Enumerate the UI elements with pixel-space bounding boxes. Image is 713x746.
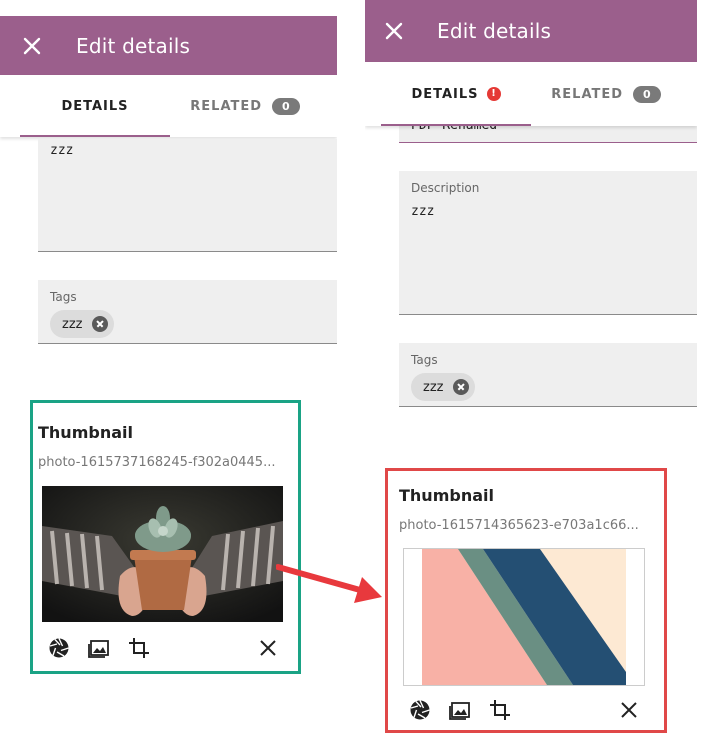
tab-indicator bbox=[381, 124, 531, 126]
tags-field[interactable]: Tags zzz bbox=[399, 343, 697, 407]
tags-label: Tags bbox=[50, 290, 77, 304]
chip-remove-icon[interactable] bbox=[92, 316, 109, 332]
description-value: zzz bbox=[411, 204, 435, 219]
tab-bar: DETAILS RELATED 0 bbox=[0, 75, 337, 137]
related-count-badge: 0 bbox=[633, 85, 661, 103]
tags-field[interactable]: Tags zzz bbox=[38, 280, 337, 344]
tag-chip: zzz bbox=[50, 310, 115, 338]
close-icon[interactable] bbox=[20, 34, 44, 58]
tag-chip-label: zzz bbox=[423, 379, 444, 395]
page-title: Edit details bbox=[437, 19, 552, 43]
tab-indicator bbox=[20, 135, 170, 137]
tab-details-label: DETAILS bbox=[411, 86, 479, 102]
thumbnail-highlight-before bbox=[30, 400, 301, 674]
description-field[interactable]: Description zzz bbox=[399, 171, 697, 315]
arrow-indicator bbox=[276, 564, 382, 603]
description-field[interactable]: zzz bbox=[38, 139, 337, 252]
tab-bar: DETAILS ! RELATED 0 bbox=[365, 62, 697, 126]
tab-details[interactable]: DETAILS ! bbox=[381, 62, 531, 126]
app-bar: Edit details bbox=[365, 0, 697, 62]
related-count-badge: 0 bbox=[272, 97, 300, 115]
tab-related-label: RELATED bbox=[551, 86, 624, 102]
app-bar: Edit details bbox=[0, 16, 337, 75]
description-value: zzz bbox=[50, 143, 74, 158]
tag-chip: zzz bbox=[411, 373, 476, 401]
tab-details[interactable]: DETAILS bbox=[20, 75, 170, 137]
tab-related[interactable]: RELATED 0 bbox=[531, 62, 681, 126]
description-label: Description bbox=[411, 181, 480, 195]
tab-details-label: DETAILS bbox=[61, 98, 129, 114]
close-icon[interactable] bbox=[382, 19, 406, 43]
tab-related[interactable]: RELATED 0 bbox=[170, 75, 320, 137]
thumbnail-highlight-after bbox=[385, 468, 667, 733]
page-title: Edit details bbox=[76, 33, 191, 58]
chip-remove-icon[interactable] bbox=[453, 379, 470, 395]
tags-label: Tags bbox=[411, 353, 438, 367]
tab-related-label: RELATED bbox=[190, 98, 263, 114]
tag-chip-label: zzz bbox=[62, 316, 83, 332]
error-badge: ! bbox=[486, 87, 501, 101]
